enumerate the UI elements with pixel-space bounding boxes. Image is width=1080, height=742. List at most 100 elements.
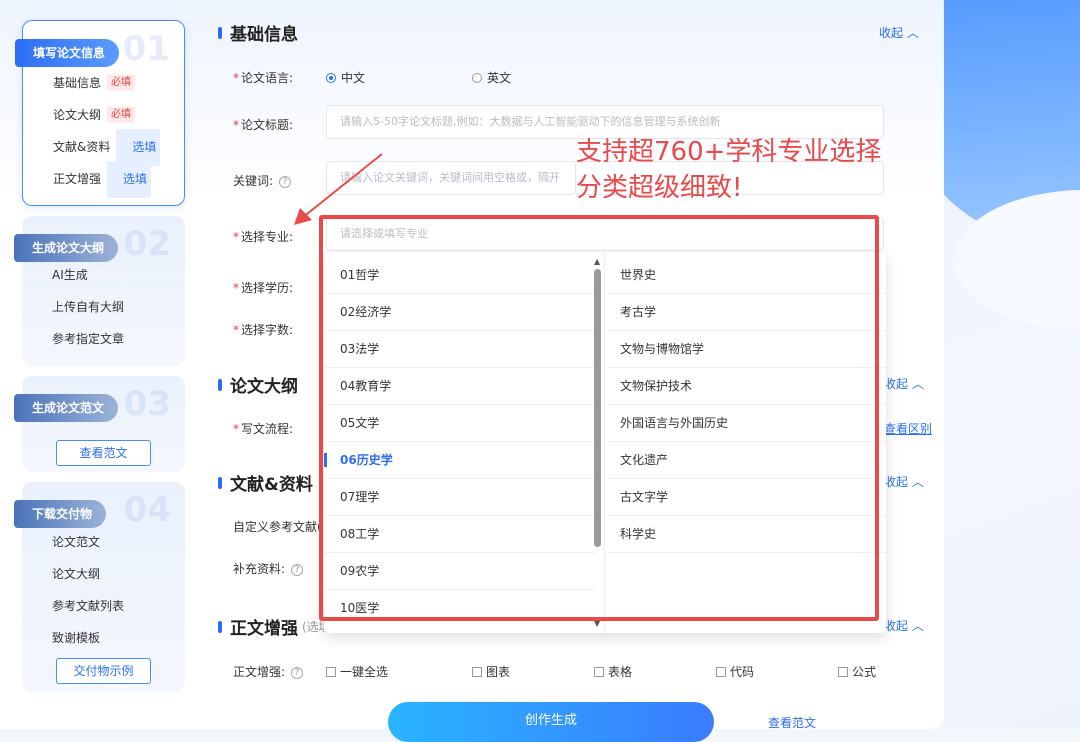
sidebar-item-label: 论文大纲 bbox=[53, 108, 102, 122]
sidebar-item-label: 正文增强 bbox=[53, 172, 102, 186]
section-title-text: 正文增强 bbox=[230, 619, 298, 639]
view-sample-link[interactable]: 查看范文 bbox=[768, 714, 816, 731]
chevron-up-icon: ︿ bbox=[906, 26, 919, 40]
help-icon: ? bbox=[291, 666, 304, 679]
checkbox-box bbox=[326, 666, 336, 677]
sidebar-item-label: 基础信息 bbox=[53, 76, 102, 90]
sidebar-item-references[interactable]: 文献&资料 选填 bbox=[53, 128, 161, 166]
generate-button[interactable]: 创作生成 bbox=[388, 702, 714, 742]
section-marker bbox=[218, 620, 222, 633]
section-title-enhance: 正文增强 (选填 bbox=[218, 614, 331, 639]
step-number: 04 bbox=[123, 490, 171, 530]
chevron-up-icon: ︿ bbox=[911, 619, 924, 633]
step-number: 03 bbox=[123, 384, 171, 424]
checkbox-box bbox=[838, 666, 848, 677]
sidebar-item-label: 论文范文 bbox=[52, 535, 101, 549]
promo-line: 分类超级细致! bbox=[576, 173, 743, 203]
sidebar-item-label: 致谢模板 bbox=[52, 631, 101, 645]
sidebar-item-outline[interactable]: 论文大纲 必填 bbox=[53, 105, 136, 125]
required-badge: 必填 bbox=[107, 107, 136, 123]
checkbox-label: 公式 bbox=[852, 665, 877, 679]
sidebar-item-paper[interactable]: 论文范文 bbox=[52, 532, 100, 552]
sidebar-item-ai-generate[interactable]: AI生成 bbox=[52, 265, 88, 285]
checkbox-select-all[interactable]: 一键全选 bbox=[326, 663, 388, 680]
radio-chinese[interactable]: 中文 bbox=[326, 69, 365, 86]
section-marker bbox=[218, 26, 222, 39]
step-tag[interactable]: 生成论文范文 bbox=[14, 394, 119, 422]
promo-annotation: 支持超760+学科专业选择 分类超级细致! bbox=[576, 134, 881, 206]
radio-dot bbox=[326, 72, 336, 83]
step-tag[interactable]: 下载交付物 bbox=[14, 500, 107, 528]
section-title-basic: 基础信息 bbox=[218, 20, 298, 45]
arrow-icon bbox=[294, 153, 383, 225]
checkbox-label: 表格 bbox=[608, 665, 633, 679]
step-tag[interactable]: 填写论文信息 bbox=[15, 39, 120, 67]
chevron-up-icon: ︿ bbox=[911, 377, 924, 391]
section-title-text: 论文大纲 bbox=[230, 377, 298, 397]
step-generate-outline: 02 生成论文大纲 AI生成 上传自有大纲 参考指定文章 bbox=[14, 216, 185, 366]
sidebar-item-label: 参考文献列表 bbox=[52, 599, 125, 613]
section-title-outline: 论文大纲 bbox=[218, 372, 298, 397]
keywords-label: 关键词:? bbox=[233, 172, 292, 189]
degree-label: * 选择学历: bbox=[233, 281, 294, 295]
radio-label: 中文 bbox=[341, 71, 366, 85]
sidebar-item-outline-download[interactable]: 论文大纲 bbox=[52, 564, 100, 584]
section-marker bbox=[218, 476, 222, 489]
collapse-basic-button[interactable]: 收起 ︿ bbox=[879, 24, 919, 41]
collapse-label: 收起 bbox=[884, 619, 909, 633]
words-label: * 选择字数: bbox=[233, 323, 294, 337]
required-badge: 必填 bbox=[107, 75, 136, 91]
sidebar-item-label: 参考指定文章 bbox=[52, 332, 125, 346]
extra-material-label: 补充资料:? bbox=[233, 560, 304, 577]
sidebar-item-thanks[interactable]: 致谢模板 bbox=[52, 628, 100, 648]
checkbox-chart[interactable]: 图表 bbox=[472, 663, 510, 680]
view-sample-button[interactable]: 查看范文 bbox=[56, 440, 151, 466]
sidebar-item-label: 上传自有大纲 bbox=[52, 300, 125, 314]
checkbox-box bbox=[472, 666, 482, 677]
highlight-frame bbox=[319, 215, 879, 621]
section-title-text: 基础信息 bbox=[230, 25, 298, 45]
checkbox-label: 一键全选 bbox=[340, 665, 389, 679]
section-title-references: 文献&资料 bbox=[218, 470, 313, 495]
radio-label: 英文 bbox=[487, 71, 512, 85]
main-panel: 01 填写论文信息 基础信息 必填 论文大纲 必填 文献&资料 选填 正文增强 … bbox=[0, 0, 944, 742]
step-generate-sample: 03 生成论文范文 查看范文 bbox=[14, 376, 185, 472]
help-icon: ? bbox=[291, 563, 304, 576]
collapse-label: 收起 bbox=[884, 475, 909, 489]
flow-label: * 写文流程: bbox=[233, 422, 294, 436]
step-number: 02 bbox=[123, 224, 171, 264]
background-decoration bbox=[944, 0, 1080, 729]
title-label: * 论文标题: bbox=[233, 118, 294, 132]
collapse-label: 收起 bbox=[884, 377, 909, 391]
checkbox-box bbox=[716, 666, 726, 677]
optional-badge: 选填 bbox=[107, 160, 152, 198]
optional-badge: 选填 bbox=[116, 128, 161, 166]
view-difference-link[interactable]: 查看区别 bbox=[884, 420, 932, 437]
enhance-label: 正文增强:? bbox=[233, 663, 304, 680]
checkbox-formula[interactable]: 公式 bbox=[838, 663, 876, 680]
custom-ref-label: 自定义参考文献( bbox=[233, 520, 322, 534]
collapse-outline-button[interactable]: 收起 ︿ bbox=[884, 375, 924, 392]
collapse-enhance-button[interactable]: 收起 ︿ bbox=[884, 617, 924, 634]
collapse-references-button[interactable]: 收起 ︿ bbox=[884, 473, 924, 490]
deliverable-example-button[interactable]: 交付物示例 bbox=[56, 658, 151, 684]
sidebar-item-ref-list[interactable]: 参考文献列表 bbox=[52, 596, 124, 616]
sidebar-item-basic-info[interactable]: 基础信息 必填 bbox=[53, 73, 136, 93]
radio-dot bbox=[472, 72, 482, 83]
section-title-text: 文献&资料 bbox=[230, 475, 313, 495]
checkbox-box bbox=[594, 666, 604, 677]
section-marker bbox=[218, 378, 222, 391]
checkbox-table[interactable]: 表格 bbox=[594, 663, 632, 680]
sidebar-item-label: 文献&资料 bbox=[53, 140, 111, 154]
major-label: * 选择专业: bbox=[233, 230, 294, 244]
sidebar-item-reference-article[interactable]: 参考指定文章 bbox=[52, 329, 124, 349]
radio-english[interactable]: 英文 bbox=[472, 69, 511, 86]
checkbox-label: 代码 bbox=[730, 665, 755, 679]
sidebar-item-upload-outline[interactable]: 上传自有大纲 bbox=[52, 297, 124, 317]
step-download: 04 下载交付物 论文范文 论文大纲 参考文献列表 致谢模板 交付物示例 bbox=[14, 482, 185, 692]
sidebar-item-enhance[interactable]: 正文增强 选填 bbox=[53, 160, 152, 198]
step-tag[interactable]: 生成论文大纲 bbox=[14, 234, 119, 262]
checkbox-code[interactable]: 代码 bbox=[716, 663, 754, 680]
language-label: * 论文语言: bbox=[233, 71, 294, 85]
step-number: 01 bbox=[122, 29, 170, 69]
